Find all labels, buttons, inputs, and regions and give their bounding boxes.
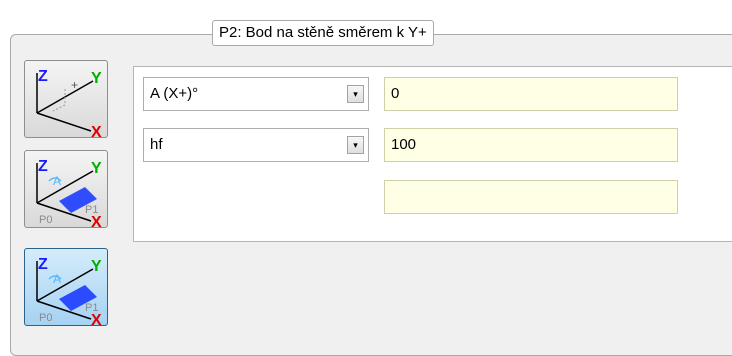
extra-value-field[interactable] [384, 180, 678, 214]
z-axis-label: Z [38, 158, 48, 175]
x-axis-label: X [91, 124, 102, 139]
svg-text:+: + [71, 78, 78, 92]
x-axis-label: X [91, 214, 102, 229]
plane-angle-mode-alt-button[interactable]: Z Y X A P0 P1 [24, 248, 108, 327]
angle-label: A [53, 174, 61, 188]
panel-title: P2: Bod na stěně směrem k Y+ [212, 20, 434, 46]
axis-point-icon: + Z Y X [36, 68, 102, 139]
hf-param-select[interactable]: hf ▾ [143, 128, 369, 162]
dropdown-arrow-icon[interactable]: ▾ [347, 85, 364, 103]
y-axis-label: Y [91, 70, 102, 87]
y-axis-label: Y [91, 160, 102, 177]
y-axis-label: Y [91, 258, 102, 275]
angle-param-select[interactable]: A (X+)° ▾ [143, 77, 369, 111]
angle-param-label: A (X+)° [150, 85, 199, 102]
x-axis-label: X [91, 312, 102, 327]
angle-value-field[interactable]: 0 [384, 77, 678, 111]
dropdown-arrow-icon[interactable]: ▾ [347, 136, 364, 154]
angle-label: A [53, 272, 61, 286]
p1-label: P1 [85, 204, 98, 216]
p0-label: P0 [39, 214, 52, 226]
plane-angle-mode-button[interactable]: Z Y X A P0 P1 [24, 150, 108, 229]
p0-label: P0 [39, 312, 52, 324]
angle-value: 0 [391, 85, 400, 102]
hf-value-field[interactable]: 100 [384, 128, 678, 162]
z-axis-label: Z [38, 256, 48, 273]
point-mode-button[interactable]: + Z Y X [24, 60, 108, 139]
p1-label: P1 [85, 302, 98, 314]
hf-value: 100 [391, 136, 417, 153]
axis-plane-active-icon: Z Y X A P0 P1 [36, 256, 102, 327]
z-axis-label: Z [38, 68, 48, 85]
hf-param-label: hf [150, 136, 163, 153]
axis-plane-icon: Z Y X A P0 P1 [36, 158, 102, 229]
